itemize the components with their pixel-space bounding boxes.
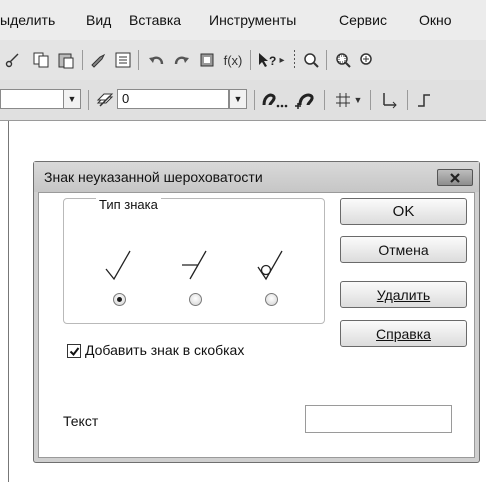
zoom-icon[interactable] [300, 49, 322, 71]
chevron-down-icon[interactable]: ▼ [229, 89, 247, 109]
add-in-brackets-checkbox[interactable] [67, 344, 81, 358]
text-input[interactable] [305, 405, 452, 433]
roughness-unmachined-symbol-icon [257, 250, 283, 281]
local-cs-icon[interactable] [378, 89, 400, 111]
menu-item-service[interactable]: Сервис [339, 11, 387, 29]
layer-icon [94, 89, 116, 111]
standard-toolbar: f(x) ? ▸ [0, 40, 486, 80]
current-state-toolbar: ▼ 0 ▼ ▼ [0, 80, 486, 121]
cut-icon[interactable] [2, 49, 24, 71]
layer-value: 0 [122, 91, 130, 106]
menu-item-select[interactable]: ыделить [0, 11, 55, 29]
chevron-down-icon[interactable]: ▼ [352, 89, 364, 111]
properties-icon[interactable] [88, 49, 110, 71]
redo-icon[interactable] [170, 49, 192, 71]
roughness-basic-symbol-icon [105, 250, 131, 281]
style-combo[interactable] [0, 89, 64, 109]
dialog-title: Знак неуказанной шероховатости [44, 169, 263, 185]
menu-bar: ыделить Вид Вставка Инструменты Сервис О… [0, 0, 486, 40]
help-button[interactable]: Справка [340, 320, 467, 347]
undo-icon[interactable] [146, 49, 168, 71]
svg-text:?: ? [269, 54, 276, 68]
menu-item-view[interactable]: Вид [86, 11, 111, 29]
copy-icon[interactable] [30, 49, 52, 71]
cancel-button[interactable]: Отмена [340, 236, 467, 263]
toolbar-overflow-icon[interactable]: ▸ [277, 49, 287, 71]
checkmark-icon [69, 346, 79, 356]
function-icon[interactable]: f(x) [219, 49, 247, 71]
sign-type-group: Тип знака [63, 197, 325, 324]
dialog-titlebar[interactable]: Знак неуказанной шероховатости [34, 162, 479, 192]
grid-icon[interactable] [332, 89, 354, 111]
paste-icon[interactable] [55, 49, 77, 71]
sign-type-label: Тип знака [96, 197, 161, 212]
text-label: Текст [63, 413, 99, 429]
add-in-brackets-label[interactable]: Добавить знак в скобках [85, 342, 244, 358]
dialog-body: Тип знака OK Отмена Удалить Справка Доба… [38, 192, 475, 458]
ok-button[interactable]: OK [340, 198, 467, 225]
library-icon[interactable] [196, 49, 218, 71]
unspecified-roughness-dialog: Знак неуказанной шероховатости Тип знака… [33, 161, 480, 463]
chevron-down-icon[interactable]: ▼ [63, 89, 81, 109]
roughness-machined-symbol-icon [182, 250, 207, 280]
workspace-border [8, 121, 9, 482]
close-button[interactable] [437, 169, 473, 186]
snap-local-icon[interactable] [292, 89, 318, 111]
list-icon[interactable] [112, 49, 134, 71]
ortho-icon[interactable] [413, 89, 435, 111]
radio-basic-symbol[interactable] [113, 293, 126, 306]
pointer-help-icon[interactable]: ? [256, 49, 278, 71]
radio-unmachined-symbol[interactable] [265, 293, 278, 306]
close-icon [450, 172, 460, 183]
zoom-window-icon[interactable] [332, 49, 354, 71]
radio-machined-symbol[interactable] [189, 293, 202, 306]
menu-item-tools[interactable]: Инструменты [209, 11, 296, 29]
zoom-in-icon[interactable] [356, 49, 378, 71]
menu-item-insert[interactable]: Вставка [129, 11, 181, 29]
delete-button[interactable]: Удалить [340, 281, 467, 308]
snap-global-icon[interactable] [260, 89, 290, 111]
layer-combo[interactable]: 0 [117, 89, 229, 109]
menu-item-window[interactable]: Окно [419, 11, 452, 29]
